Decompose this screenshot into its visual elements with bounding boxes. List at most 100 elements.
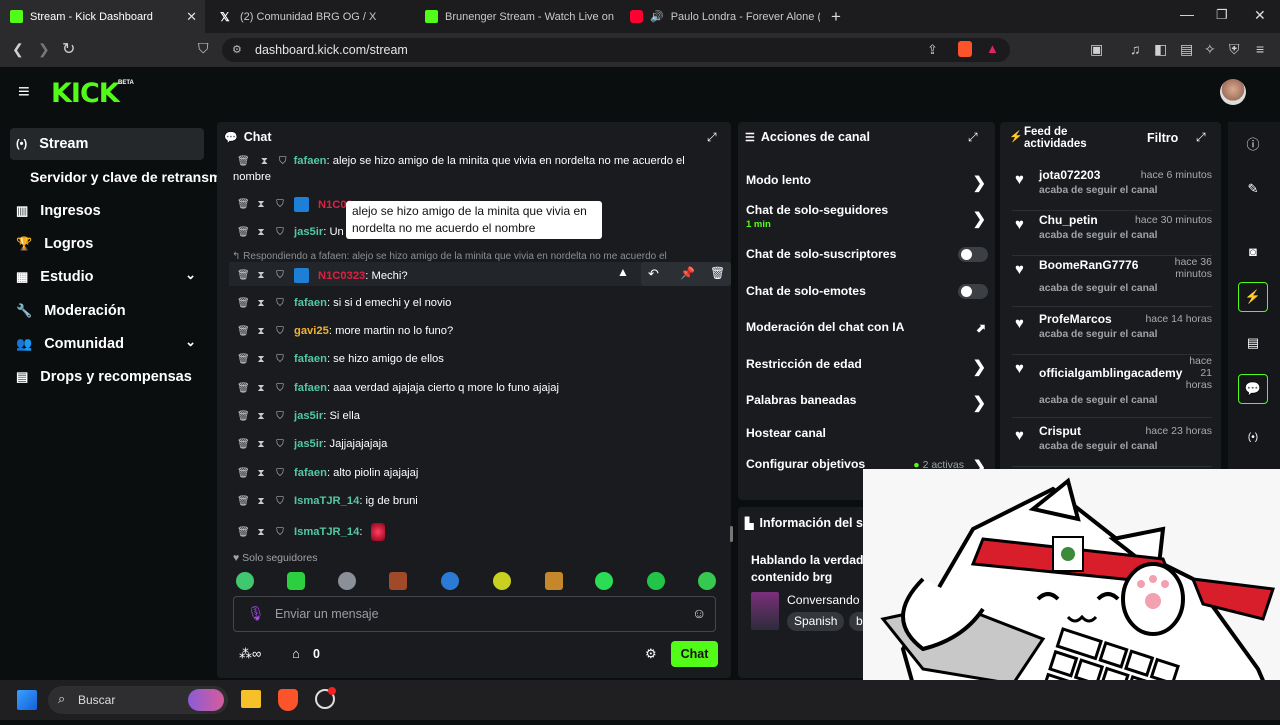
emoji-icon[interactable]: ☺ xyxy=(692,605,706,621)
tab-brunenger-stream[interactable]: Brunenger Stream - Watch Live on Ki xyxy=(415,0,615,33)
tab-x-community[interactable]: 𝕏 (2) Comunidad BRG OG / X xyxy=(210,0,410,33)
popout-icon[interactable]: ⤢ xyxy=(707,130,717,145)
external-link-icon[interactable]: ⬈ xyxy=(976,321,986,335)
delete-icon[interactable]: 🗑 xyxy=(237,354,250,365)
kick-logo[interactable]: KICK xyxy=(51,78,120,109)
ban-icon[interactable]: ⛉ xyxy=(275,468,285,479)
emote-icon[interactable] xyxy=(595,572,613,590)
hamburger-menu-icon[interactable]: ≡ xyxy=(18,81,30,104)
brave-browser-icon[interactable] xyxy=(278,689,298,711)
chevron-down-icon[interactable]: ⌄ xyxy=(185,334,196,350)
taskbar-search[interactable]: ⌕ Buscar xyxy=(48,686,228,714)
delete-icon[interactable]: 🗑 xyxy=(237,156,250,167)
emote-icon[interactable] xyxy=(493,572,511,590)
timeout-icon[interactable]: ⧗ xyxy=(256,199,266,210)
brave-rewards-icon[interactable]: ▲ xyxy=(986,41,999,56)
timeout-icon[interactable]: ⧗ xyxy=(256,227,266,238)
delete-icon[interactable]: 🗑 xyxy=(237,383,250,394)
timeout-icon[interactable]: ⧗ xyxy=(256,496,266,507)
category-thumbnail[interactable] xyxy=(751,592,779,630)
leo-ai-icon[interactable]: ✧ xyxy=(1204,41,1216,58)
bookmark-icon[interactable]: ⛉ xyxy=(198,40,209,57)
info-icon[interactable]: ⓘ xyxy=(1238,128,1268,158)
chat-username[interactable]: fafaen xyxy=(294,353,327,365)
popout-icon[interactable]: ⤢ xyxy=(1196,130,1206,145)
emote-icon[interactable] xyxy=(545,572,563,590)
file-explorer-icon[interactable] xyxy=(241,690,261,708)
ban-icon[interactable]: ⛉ xyxy=(275,383,285,394)
emote-icon[interactable] xyxy=(698,572,716,590)
close-window-icon[interactable]: ✕ xyxy=(1254,7,1266,24)
chevron-right-icon[interactable]: ❯ xyxy=(973,173,986,193)
points-icon[interactable]: ⁂∞ xyxy=(239,646,261,662)
chevron-down-icon[interactable]: ⌄ xyxy=(185,267,196,283)
tab-kick-dashboard[interactable]: Stream - Kick Dashboard ✕ xyxy=(0,0,205,33)
edit-icon[interactable]: ✎ xyxy=(1238,174,1268,204)
chat-bubble-icon[interactable]: 💬 xyxy=(1238,374,1268,404)
chat-username[interactable]: fafaen xyxy=(294,382,327,394)
ban-icon[interactable]: ⛉ xyxy=(275,496,285,507)
emote-icon[interactable] xyxy=(338,572,356,590)
setting-followers-only[interactable]: Chat de solo-seguidores 1 min ❯ xyxy=(746,203,990,230)
sidebar-item-comunidad[interactable]: 👥 Comunidad ⌄ xyxy=(10,328,204,360)
setting-subscribers-only[interactable]: Chat de solo-suscriptores xyxy=(746,247,990,262)
delete-icon[interactable]: 🗑 xyxy=(237,468,250,479)
ban-icon[interactable]: ⛉ xyxy=(275,326,285,337)
sidebar-item-ingresos[interactable]: ▥ Ingresos xyxy=(10,195,204,227)
store-icon[interactable]: ⌂ xyxy=(292,646,300,661)
ban-icon[interactable]: ⛉ xyxy=(275,199,285,210)
delete-icon[interactable]: 🗑 xyxy=(237,527,250,538)
timeout-icon[interactable]: ⧗ xyxy=(256,383,266,394)
settings-gear-icon[interactable]: ⚙ xyxy=(645,646,657,662)
ban-icon[interactable]: ⛉ xyxy=(275,354,285,365)
emote-icon[interactable] xyxy=(647,572,665,590)
chat-username[interactable]: jas5ir xyxy=(294,226,323,238)
setting-age-restriction[interactable]: Restricción de edad ❯ xyxy=(746,357,990,376)
timeout-icon[interactable]: ⧗ xyxy=(256,326,266,337)
forward-icon[interactable]: ❯ xyxy=(38,41,50,58)
chevron-right-icon[interactable]: ❯ xyxy=(973,393,986,413)
ban-icon[interactable]: ⛉ xyxy=(279,156,287,167)
timeout-icon[interactable]: ⧗ xyxy=(256,411,266,422)
delete-icon[interactable]: 🗑 xyxy=(237,411,250,422)
chat-input[interactable]: 🎙 Enviar un mensaje ☺ xyxy=(233,596,716,632)
delete-icon[interactable]: 🗑 xyxy=(710,266,725,280)
sidebar-item-stream[interactable]: (•) Stream xyxy=(10,128,204,160)
emote-icon[interactable] xyxy=(441,572,459,590)
popout-icon[interactable]: ⤢ xyxy=(968,130,978,145)
timeout-icon[interactable]: ⧗ xyxy=(256,298,266,309)
tab-youtube-video[interactable]: 🔊 Paulo Londra - Forever Alone (Of xyxy=(620,0,820,33)
menu-icon[interactable]: ≡ xyxy=(1256,41,1264,57)
sidebar-item-drops[interactable]: ▤ Drops y recompensas xyxy=(10,361,204,393)
delete-icon[interactable]: 🗑 xyxy=(237,227,250,238)
delete-icon[interactable]: 🗑 xyxy=(237,496,250,507)
reader-mode-icon[interactable]: ▣ xyxy=(1090,41,1103,58)
delete-icon[interactable]: 🗑 xyxy=(237,439,250,450)
sidebar-toggle-icon[interactable]: ◧ xyxy=(1154,41,1167,58)
ban-icon[interactable]: ⛉ xyxy=(275,527,285,538)
emotes-only-toggle[interactable] xyxy=(958,284,988,299)
chat-username[interactable]: IsmaTJR_14 xyxy=(294,495,359,507)
address-bar[interactable]: ⚙ dashboard.kick.com/stream ⇪ ▲ xyxy=(222,38,1010,62)
back-icon[interactable]: ❮ xyxy=(12,41,24,58)
activity-username[interactable]: BoomeRanG7776 xyxy=(1039,258,1138,272)
activity-username[interactable]: Crisput xyxy=(1039,424,1081,438)
activity-username[interactable]: jota072203 xyxy=(1039,168,1100,182)
chat-username[interactable]: jas5ir xyxy=(294,410,323,422)
chat-username[interactable]: gavi25 xyxy=(294,325,329,337)
ban-icon[interactable]: ⛉ xyxy=(275,411,285,422)
timeout-icon[interactable]: ⧗ xyxy=(256,527,266,538)
broadcast-icon[interactable]: (•) xyxy=(1238,422,1268,452)
url-text[interactable]: dashboard.kick.com/stream xyxy=(255,43,408,57)
chat-username[interactable]: N1C0323 xyxy=(318,270,365,282)
minimize-icon[interactable]: — xyxy=(1180,6,1194,22)
windows-start-icon[interactable] xyxy=(17,690,37,710)
delete-icon[interactable]: 🗑 xyxy=(237,199,250,210)
reload-icon[interactable]: ↻ xyxy=(62,39,75,59)
close-tab-icon[interactable]: ✕ xyxy=(186,9,197,25)
delete-icon[interactable]: 🗑 xyxy=(237,298,250,309)
chevron-right-icon[interactable]: ❯ xyxy=(973,357,986,377)
category-name[interactable]: Conversando xyxy=(787,593,860,607)
setting-emotes-only[interactable]: Chat de solo-emotes xyxy=(746,284,990,299)
ban-icon[interactable]: ⛉ xyxy=(275,227,285,238)
